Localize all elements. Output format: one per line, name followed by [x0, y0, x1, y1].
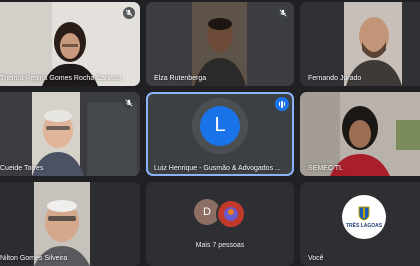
participant-avatar-photo: [216, 198, 246, 229]
more-participants-tile[interactable]: D Mais 7 pessoas: [146, 182, 294, 266]
participant-name: Luiz Henrique - Gusmão & Advogados ...: [154, 165, 281, 172]
participant-video: [146, 2, 294, 86]
participant-video: [300, 92, 420, 176]
mic-off-icon: [123, 97, 135, 109]
more-participants-avatars: D: [194, 198, 246, 229]
logo-text: TRÊS LAGOAS: [345, 223, 383, 230]
participant-tile[interactable]: Cueide Torres: [0, 92, 140, 176]
participant-video: [0, 182, 140, 266]
participant-tile[interactable]: SEMEC TL: [300, 92, 420, 176]
participant-name: SEMEC TL: [308, 165, 343, 172]
participant-name: Elza Rutenberga: [154, 75, 207, 82]
participant-avatar: L: [200, 105, 240, 146]
speaking-indicator-icon: [275, 97, 289, 111]
participant-video: [0, 92, 140, 176]
participant-tile[interactable]: Nilton Gomes Silveira: [0, 182, 140, 266]
participant-name: Cueide Torres: [0, 165, 44, 172]
participant-tile[interactable]: Thelma Regina Gomes Rocha Canisso: [0, 2, 140, 86]
participant-tile[interactable]: Elza Rutenberga: [146, 2, 294, 86]
participant-name: Você: [308, 255, 324, 262]
participant-tile[interactable]: Fernando Jurado: [300, 2, 420, 86]
mic-off-icon: [123, 7, 135, 19]
self-tile[interactable]: TRÊS LAGOAS Você: [300, 182, 420, 266]
participant-name: Nilton Gomes Silveira: [0, 255, 68, 262]
participant-name: Fernando Jurado: [308, 75, 362, 82]
participant-video: [300, 2, 420, 86]
participant-video: [0, 2, 140, 86]
participant-grid: Thelma Regina Gomes Rocha Canisso Elza R…: [0, 2, 420, 266]
tres-lagoas-logo: TRÊS LAGOAS: [342, 195, 386, 240]
mic-off-icon: [277, 7, 289, 19]
coat-of-arms-icon: [358, 206, 370, 221]
more-participants-label: Mais 7 pessoas: [195, 242, 245, 249]
participant-name: Thelma Regina Gomes Rocha Canisso: [0, 75, 122, 82]
participant-tile-active[interactable]: L Luiz Henrique - Gusmão & Advogados ...: [146, 92, 294, 176]
